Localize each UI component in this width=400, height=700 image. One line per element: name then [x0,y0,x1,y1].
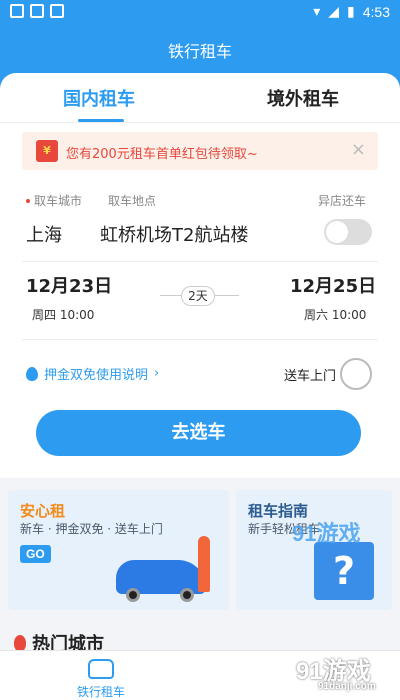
bottom-nav: 铁行租车 91游戏 91danji.com [0,650,400,700]
required-dot [26,199,30,203]
duration-line-right [215,295,239,296]
water-drop-icon [26,366,38,381]
battery-icon: ▮ [347,3,355,19]
watermark-logo: 91游戏 [292,521,361,546]
page-title: 铁行租车 [167,42,232,61]
question-icon: ? [314,542,374,600]
rental-form-card: 国内租车 境外租车 您有200元租车首单红包待领取~ × 取车城市 取车地点 异… [0,73,400,478]
promo-banner[interactable]: 您有200元租车首单红包待领取~ × [22,132,378,170]
nav-item-label: 铁行租车 [76,685,125,699]
start-date[interactable]: 12月23日 [26,272,112,298]
notification-icon [10,4,24,18]
pickup-city-label: 取车城市 [34,194,83,208]
person-illustration [198,536,210,592]
safe-rent-title: 安心租 [20,502,66,520]
car-wheel [180,588,194,602]
rental-guide-card[interactable]: 租车指南 新手轻松租车 ? 91游戏 [236,490,392,610]
different-return-label: 异店还车 [318,194,367,208]
wifi-icon: ▾ [313,3,321,19]
close-icon[interactable]: × [351,139,366,160]
deposit-info-text: 押金双免使用说明 [44,368,149,383]
chevron-right-icon: › [154,366,160,381]
different-return-toggle[interactable] [324,219,372,245]
car-icon [88,659,114,679]
pickup-location-label: 取车地点 [108,194,157,208]
pickup-city[interactable]: 上海 [26,221,62,247]
font-a-icon [50,4,64,18]
duration-badge: 2天 [181,286,215,306]
delivery-label: 送车上门 [284,369,337,384]
status-time: 4:53 [362,3,390,20]
go-button[interactable]: GO [20,545,51,563]
end-date[interactable]: 12月25日 [290,272,376,298]
app-notification-icon [30,4,44,18]
deposit-info-link[interactable]: 押金双免使用说明 › [26,364,159,383]
tab-domestic[interactable]: 国内租车 [63,85,135,111]
car-wheel [126,588,140,602]
choose-car-button[interactable]: 去选车 [36,410,361,456]
watermark-site: 91danji.com [318,681,376,692]
tab-overseas[interactable]: 境外租车 [267,85,339,111]
red-packet-icon [36,140,58,162]
end-day-time: 周六 10:00 [304,308,367,322]
divider [22,339,378,340]
rental-tabs: 国内租车 境外租车 [0,73,400,123]
nav-item-rent[interactable]: 铁行租车 [72,655,130,700]
flame-icon [14,635,26,651]
signal-icon: ◢ [328,3,340,19]
start-day-time: 周四 10:00 [32,308,95,322]
safe-rent-subtitle: 新车 · 押金双免 · 送车上门 [20,522,163,536]
tab-active-indicator [78,119,124,122]
pickup-location[interactable]: 虹桥机场T2航站楼 [100,221,248,247]
divider [22,261,378,262]
safe-rent-card[interactable]: 安心租 新车 · 押金双免 · 送车上门 GO [8,490,229,610]
delivery-radio[interactable] [340,358,372,390]
status-bar: ▾ ◢ ▮ 4:53 [0,0,400,24]
promo-text: 您有200元租车首单红包待领取~ [66,147,258,162]
